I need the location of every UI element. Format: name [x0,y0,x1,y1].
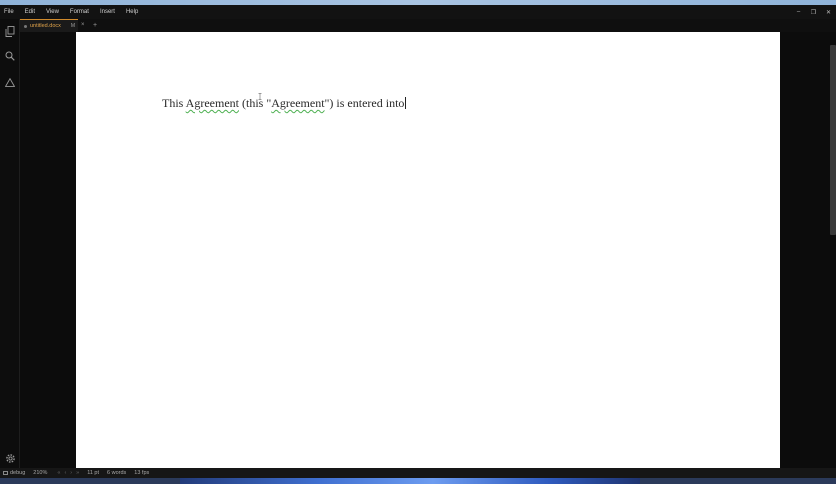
activity-bar [0,19,20,468]
tab-label: untitled.docx [30,23,61,29]
settings-icon[interactable] [4,452,16,464]
last-page-icon[interactable]: » [76,470,79,476]
first-page-icon[interactable]: « [57,470,60,476]
text-run: This [162,96,186,110]
document-page[interactable]: This Agreement (this "Agreement") is ent… [76,32,780,468]
text-run: ") is entered into [324,96,405,110]
files-icon[interactable] [4,25,16,37]
menubar: File Edit View Format Insert Help – ❐ ✕ [0,5,836,19]
window-controls: – ❐ ✕ [791,5,836,19]
tab-bar: untitled.docx M × + [20,19,836,32]
text-run: (this " [238,96,272,110]
prev-page-icon[interactable]: ‹ [64,470,66,476]
editor-workspace: This Agreement (this "Agreement") is ent… [20,32,836,468]
debug-icon [3,471,8,475]
document-text-line[interactable]: This Agreement (this "Agreement") is ent… [162,96,407,111]
spellcheck-word: Agreement [185,96,239,110]
minimize-button[interactable]: – [791,5,806,19]
wallpaper-strip [180,478,640,484]
search-icon[interactable] [4,50,16,62]
maximize-button[interactable]: ❐ [806,5,821,19]
menu-edit[interactable]: Edit [20,5,41,19]
vertical-scrollbar[interactable] [830,45,836,235]
font-size-indicator: 11 pt [87,470,100,476]
status-bar: debug 210% « ‹ › » 11 pt 6 words 13 fps [0,468,836,478]
menu-help[interactable]: Help [121,5,144,19]
menu-file[interactable]: File [0,5,20,19]
tab-untitled-docx[interactable]: untitled.docx M [20,19,78,32]
modified-indicator: M [70,23,76,29]
debug-toggle[interactable]: debug [3,470,25,476]
desktop-taskbar [0,478,836,484]
text-caret [405,97,407,109]
file-icon [24,24,27,28]
spellcheck-word: Agreement [271,96,325,110]
menu-view[interactable]: View [41,5,65,19]
menu-format[interactable]: Format [65,5,95,19]
word-count: 6 words [107,470,127,476]
tab-close-icon[interactable]: × [81,19,85,32]
close-button[interactable]: ✕ [821,5,836,19]
page-navigation: « ‹ › » [57,470,79,476]
ibeam-cursor-icon [258,93,262,100]
debug-label: debug [10,470,26,476]
new-tab-button[interactable]: + [93,19,97,32]
fps-counter: 13 fps [134,470,150,476]
next-page-icon[interactable]: › [70,470,72,476]
warning-icon[interactable] [4,76,16,88]
zoom-level[interactable]: 210% [33,470,47,476]
menu-insert[interactable]: Insert [95,5,121,19]
